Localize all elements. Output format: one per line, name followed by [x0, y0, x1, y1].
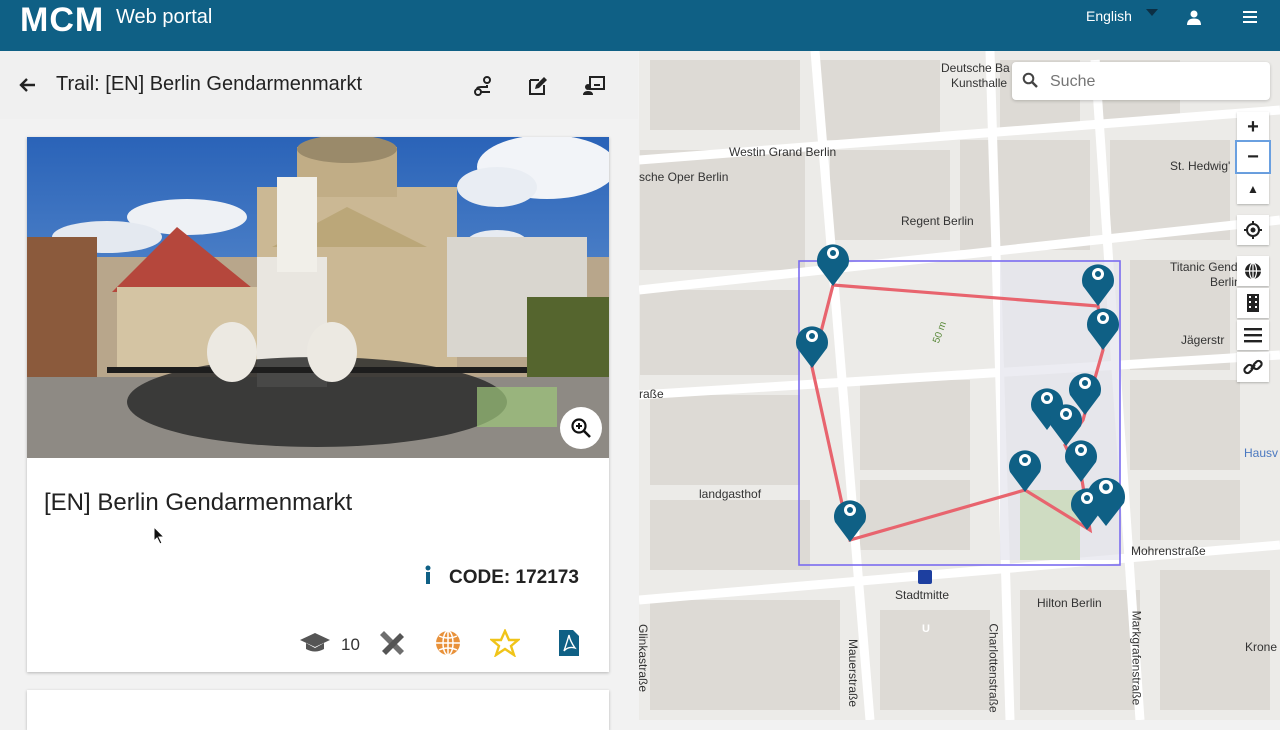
map-view[interactable]: Deutsche Ba Kunsthalle Westin Grand Berl…: [639, 51, 1280, 720]
tools-icon[interactable]: [378, 629, 406, 662]
map-search: [1012, 62, 1270, 100]
compass-button[interactable]: ▲: [1237, 174, 1269, 204]
map-label: landgasthof: [699, 487, 762, 501]
map-label: Kunsthalle: [951, 76, 1008, 90]
star-icon[interactable]: [488, 627, 522, 662]
map-label: Deutsche Ba: [941, 61, 1010, 75]
layers-list-icon[interactable]: [1237, 320, 1269, 350]
trail-header: Trail: [EN] Berlin Gendarmenmarkt: [0, 51, 638, 119]
logo-text: MCM: [20, 0, 105, 39]
graduation-cap-icon: [299, 632, 331, 659]
map-label: Glinkastraße: [639, 623, 651, 693]
zoom-out-button[interactable]: −: [1235, 140, 1271, 174]
trail-stats: 10: [299, 627, 580, 662]
pdf-icon[interactable]: [558, 629, 580, 662]
top-bar: MCM Web portal English: [0, 0, 1280, 51]
chevron-down-icon[interactable]: [1146, 9, 1158, 16]
search-icon: [1022, 72, 1038, 93]
page-title: Trail: [EN] Berlin Gendarmenmarkt: [56, 73, 363, 95]
code-row: CODE: 172173: [423, 565, 579, 590]
info-icon[interactable]: [423, 565, 433, 590]
map-label: St. Hedwig': [1170, 159, 1231, 173]
grade-count: 10: [341, 635, 360, 654]
route-icon[interactable]: [470, 73, 496, 99]
map-label: Westin Grand Berlin: [729, 145, 837, 159]
language-select[interactable]: English: [1086, 8, 1132, 24]
map-label: Krone: [1245, 640, 1278, 654]
zoom-in-button[interactable]: +: [1237, 112, 1269, 142]
arrow-left-icon[interactable]: [16, 73, 40, 97]
trail-card: [EN] Berlin Gendarmenmarkt CODE: 172173 …: [27, 137, 609, 672]
trail-name: [EN] Berlin Gendarmenmarkt: [44, 489, 353, 516]
assign-icon[interactable]: [581, 73, 607, 99]
next-card: [27, 690, 609, 730]
user-icon[interactable]: [1182, 6, 1206, 28]
map-label: Charlottenstraße: [986, 623, 1001, 713]
map-label: Markgrafenstraße: [1129, 610, 1144, 706]
locate-icon[interactable]: [1237, 215, 1269, 245]
hamburger-menu-icon[interactable]: [1238, 6, 1262, 28]
map-label: Jägerstr: [1181, 333, 1225, 347]
logo[interactable]: MCM: [20, 0, 104, 40]
trail-photo: [27, 137, 609, 458]
map-label: Hilton Berlin: [1037, 596, 1102, 610]
map-label: Hausv: [1244, 446, 1279, 460]
map-label: Mohrenstraße: [1131, 544, 1206, 558]
map-label: Mauerstraße: [846, 638, 861, 708]
globe-icon[interactable]: [434, 629, 462, 662]
edit-icon[interactable]: [525, 73, 551, 99]
globe-layer-icon[interactable]: [1237, 256, 1269, 286]
map-label: raße: [639, 387, 664, 401]
building-icon[interactable]: [1237, 288, 1269, 318]
mouse-cursor-icon: [153, 526, 166, 545]
search-input[interactable]: [1048, 70, 1262, 94]
trail-panel: Trail: [EN] Berlin Gendarmenmarkt [EN] B…: [0, 51, 638, 730]
app-title: Web portal: [116, 6, 213, 28]
zoom-in-icon[interactable]: [560, 407, 602, 449]
ubahn-label: U: [922, 623, 930, 635]
trail-code: CODE: 172173: [449, 566, 579, 588]
map-label: Regent Berlin: [901, 214, 974, 228]
map-label: Stadtmitte: [895, 588, 950, 602]
map-label: sche Oper Berlin: [639, 170, 729, 184]
link-icon[interactable]: [1237, 352, 1269, 382]
